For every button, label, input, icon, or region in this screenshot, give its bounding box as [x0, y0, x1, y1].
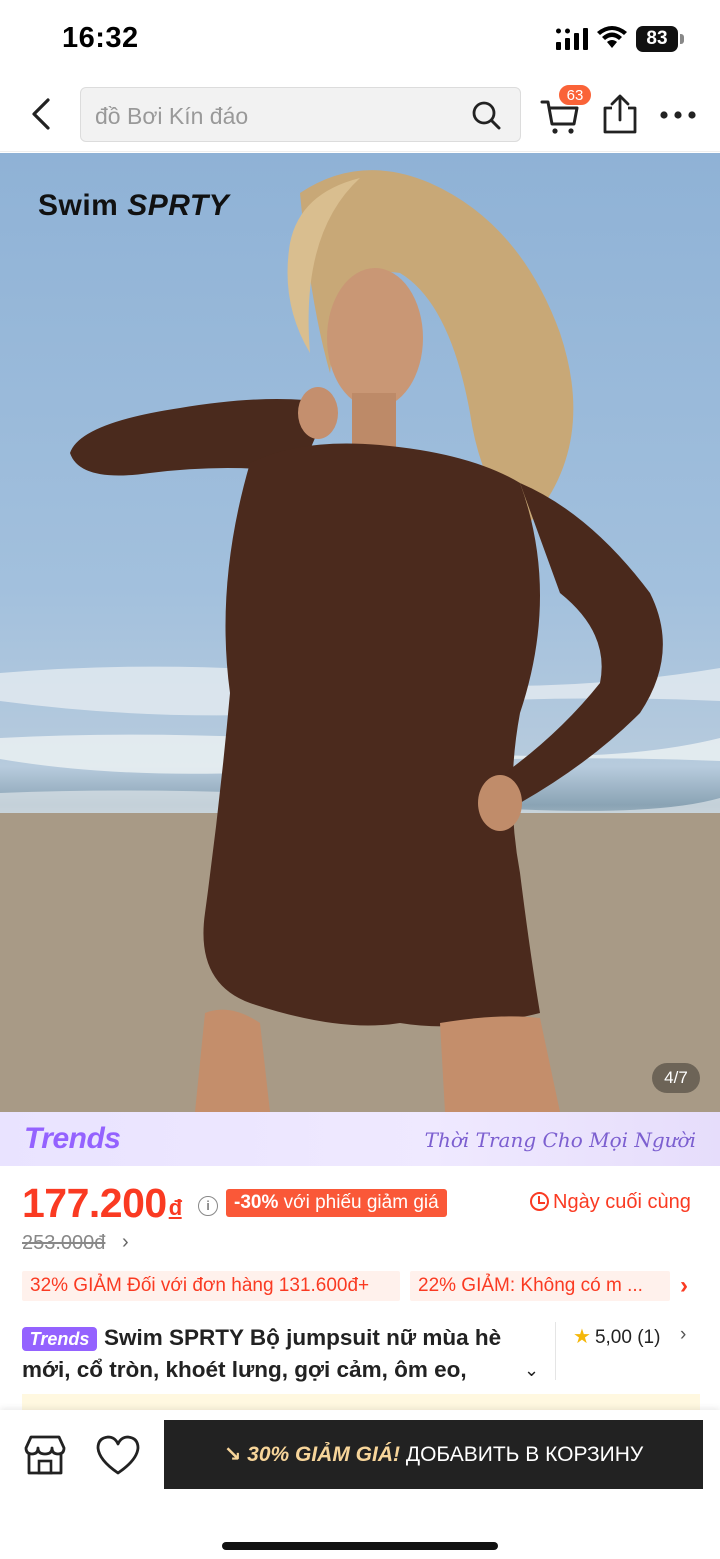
signal-icon — [556, 28, 588, 50]
wifi-icon — [597, 26, 627, 48]
coupon-tag[interactable]: 32% GIẢM Đối với đơn hàng 131.600đ+ — [22, 1271, 400, 1301]
add-to-cart-label: ДОБАВИТЬ В КОРЗИНУ — [405, 1443, 644, 1466]
more-icon[interactable] — [658, 100, 698, 130]
trends-banner[interactable]: Trends Thời Trang Cho Mọi Người — [0, 1112, 720, 1166]
back-arrow-icon[interactable] — [22, 94, 62, 134]
share-icon[interactable] — [601, 94, 639, 134]
bottom-action-bar: ↘ 30% GIẢM GIÁ! ДОБАВИТЬ В КОРЗИНУ — [0, 1410, 720, 1559]
trends-logo: Trends — [24, 1122, 121, 1155]
deadline-text: Ngày cuối cùng — [553, 1191, 691, 1213]
product-title[interactable]: Swim SPRTY Bộ jumpsuit nữ mùa hè mới, cổ… — [22, 1322, 542, 1386]
promo-strip — [22, 1394, 700, 1410]
rating-value: 5,00 (1) — [594, 1327, 661, 1348]
search-input[interactable]: đồ Bơi Kín đáo — [80, 87, 521, 142]
status-bar: 16:32 83 — [0, 0, 720, 78]
status-time: 16:32 — [62, 22, 139, 54]
product-image-gallery[interactable]: Swim SPRTY 4/7 — [0, 153, 720, 1112]
image-counter: 4/7 — [652, 1063, 700, 1093]
store-icon[interactable] — [22, 1434, 68, 1476]
battery-indicator: 83 — [636, 26, 684, 52]
cart-count-badge: 63 — [558, 84, 592, 106]
trends-badge: Trends — [22, 1327, 97, 1351]
discount-percent: -30% — [234, 1192, 279, 1213]
price-currency: đ — [168, 1195, 182, 1220]
add-to-cart-promo: ↘ 30% GIẢM GIÁ! — [223, 1443, 400, 1466]
info-icon[interactable]: i — [198, 1196, 218, 1216]
rating[interactable]: ★ 5,00 (1) — [573, 1324, 660, 1349]
star-icon: ★ — [573, 1326, 591, 1348]
promo-text: 30% GIẢM GIÁ! — [247, 1443, 400, 1466]
home-indicator[interactable] — [222, 1542, 498, 1550]
battery-level: 83 — [636, 26, 678, 52]
discount-text: với phiếu giảm giá — [278, 1192, 439, 1213]
search-placeholder: đồ Bơi Kín đáo — [95, 103, 249, 129]
chevron-right-icon[interactable]: › — [680, 1324, 686, 1346]
current-price: 177.200đ — [22, 1180, 182, 1227]
chevron-right-icon[interactable]: › — [122, 1231, 129, 1254]
chevron-down-icon[interactable]: ⌄ — [524, 1360, 539, 1381]
heart-icon[interactable] — [95, 1434, 141, 1476]
original-price: 253.000đ — [22, 1232, 106, 1254]
chevron-right-icon[interactable]: › — [680, 1272, 688, 1300]
price-amount: 177.200 — [22, 1180, 167, 1226]
clock-icon — [530, 1192, 549, 1211]
top-header: đồ Bơi Kín đáo 63 — [0, 78, 720, 152]
coupon-tag[interactable]: 22% GIẢM: Không có m ... — [410, 1271, 670, 1301]
search-icon[interactable] — [470, 99, 502, 131]
brand-watermark: Swim SPRTY — [38, 189, 229, 223]
add-to-cart-button[interactable]: ↘ 30% GIẢM GIÁ! ДОБАВИТЬ В КОРЗИНУ — [164, 1420, 703, 1489]
battery-cap — [680, 34, 684, 44]
brand-watermark-suffix: SPRTY — [127, 189, 230, 222]
brand-watermark-prefix: Swim — [38, 189, 128, 222]
product-photo — [0, 170, 720, 1112]
deadline-label: Ngày cuối cùng — [530, 1191, 691, 1214]
discount-tag: -30% với phiếu giảm giá — [226, 1189, 447, 1217]
trends-slogan: Thời Trang Cho Mọi Người — [424, 1128, 696, 1152]
divider — [555, 1322, 556, 1380]
